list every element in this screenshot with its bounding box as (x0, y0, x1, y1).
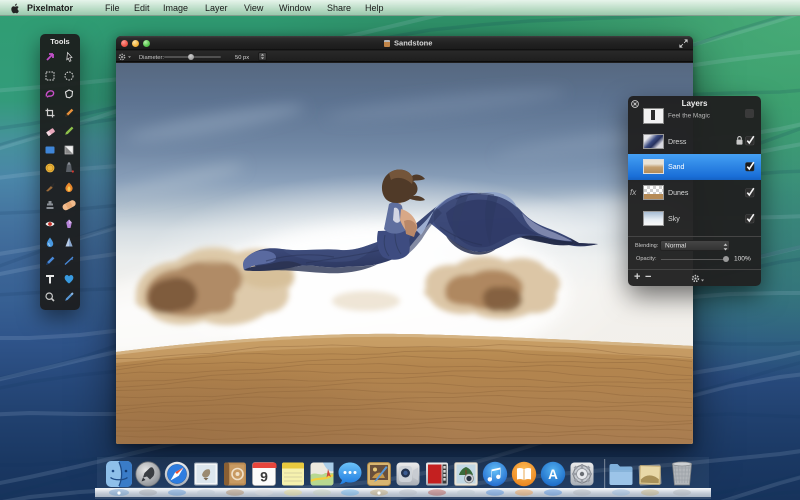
svg-text:A: A (548, 467, 558, 482)
svg-text:9: 9 (260, 469, 268, 485)
